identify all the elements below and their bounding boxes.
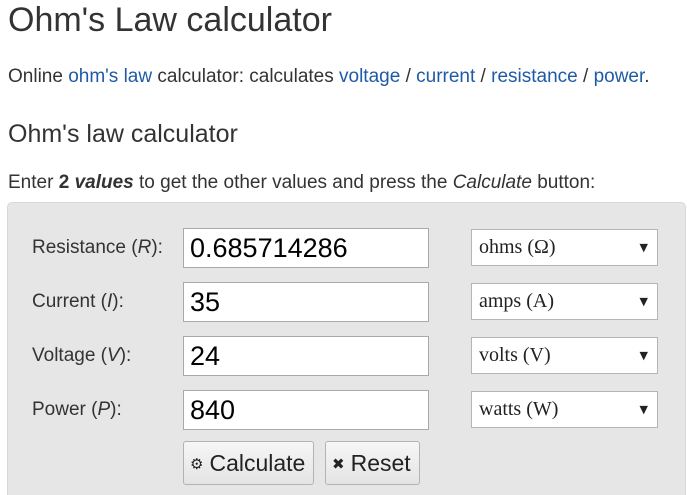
reset-button-label: Reset: [350, 450, 411, 476]
chevron-down-icon: ▼: [639, 295, 648, 308]
label-text: Resistance (: [32, 237, 138, 258]
label-symbol: P: [97, 399, 111, 420]
label-text: Voltage (: [32, 345, 107, 366]
current-unit-value: amps (A): [479, 290, 554, 312]
instruction-text: Enter 2 values to get the other values a…: [8, 172, 595, 194]
resistance-input[interactable]: [183, 228, 429, 268]
resistance-label: Resistance (R):: [32, 236, 163, 260]
current-input[interactable]: [183, 282, 429, 322]
link-ohms-law[interactable]: ohm's law: [68, 66, 152, 87]
link-resistance[interactable]: resistance: [491, 66, 578, 87]
resistance-unit-select[interactable]: ohms (Ω) ▼: [471, 229, 658, 266]
calculate-button[interactable]: ⚙ Calculate: [183, 441, 315, 485]
label-symbol: R: [137, 237, 152, 258]
page: Ohm's Law calculator Online ohm's law ca…: [0, 0, 687, 495]
power-unit-value: watts (W): [479, 398, 559, 420]
section-title: Ohm's law calculator: [8, 120, 238, 148]
instruction-count: 2: [58, 172, 75, 193]
label-suffix: ):: [151, 237, 163, 258]
instruction-values: values: [74, 172, 134, 193]
power-unit-select[interactable]: watts (W) ▼: [471, 391, 658, 428]
label-text: Current (: [32, 291, 107, 312]
gear-icon: ⚙: [190, 455, 204, 473]
close-icon: ✖: [332, 455, 345, 473]
voltage-unit-select[interactable]: volts (V) ▼: [471, 337, 658, 374]
link-current[interactable]: current: [416, 66, 475, 87]
current-label: Current (I):: [32, 290, 124, 314]
reset-button[interactable]: ✖ Reset: [325, 441, 420, 485]
chevron-down-icon: ▼: [639, 241, 648, 254]
intro-text: Online ohm's law calculator: calculates …: [8, 66, 650, 88]
label-suffix: ):: [110, 399, 122, 420]
current-unit-select[interactable]: amps (A) ▼: [471, 283, 658, 320]
power-label: Power (P):: [32, 398, 122, 422]
intro-middle: calculator: calculates: [152, 66, 340, 87]
label-suffix: ):: [119, 345, 132, 366]
power-input[interactable]: [183, 390, 429, 430]
chevron-down-icon: ▼: [639, 349, 648, 362]
page-title: Ohm's Law calculator: [8, 1, 332, 39]
link-power[interactable]: power: [594, 66, 645, 87]
voltage-unit-value: volts (V): [479, 344, 551, 366]
label-text: Power (: [32, 399, 98, 420]
intro-suffix: .: [644, 66, 650, 87]
label-suffix: ):: [112, 291, 124, 312]
intro-separator: /: [577, 66, 594, 87]
chevron-down-icon: ▼: [639, 403, 648, 416]
calculate-button-label: Calculate: [209, 450, 306, 476]
voltage-label: Voltage (V):: [32, 344, 131, 368]
instruction-suffix: button:: [531, 172, 596, 193]
intro-separator: /: [400, 66, 417, 87]
resistance-unit-value: ohms (Ω): [479, 236, 556, 258]
link-voltage[interactable]: voltage: [339, 66, 400, 87]
voltage-input[interactable]: [183, 336, 429, 376]
instruction-middle: to get the other values and press the: [133, 172, 453, 193]
instruction-prefix: Enter: [8, 172, 59, 193]
intro-prefix: Online: [8, 66, 69, 87]
instruction-button-name: Calculate: [452, 172, 532, 193]
intro-separator: /: [475, 66, 492, 87]
label-symbol: V: [107, 345, 120, 366]
